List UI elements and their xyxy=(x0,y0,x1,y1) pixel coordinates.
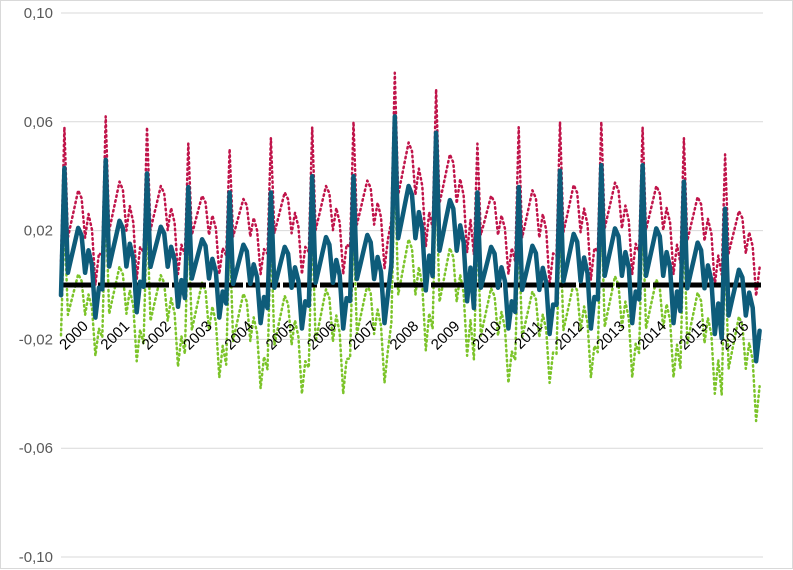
x-tick-label: 2002 xyxy=(139,318,175,354)
line-chart: 0,100,060,02-0,02-0,06-0,10 2000 2001 2002… xyxy=(19,5,763,566)
y-tick-label: -0,10 xyxy=(19,549,53,566)
x-tick-label: 2001 xyxy=(98,318,134,354)
y-tick-label: 0,10 xyxy=(24,5,53,22)
x-tick-label: 2005 xyxy=(263,318,299,354)
chart-frame: 0,10 0,06 0,02 -0,02 -0,06 -0,10 2000 2001 2002… xyxy=(0,0,793,569)
y-tick-label: -0,06 xyxy=(19,440,53,457)
y-tick-label: -0,02 xyxy=(19,331,53,348)
y-tick-label: 0,02 xyxy=(24,223,53,240)
y-axis-tick-labels: 0,10 0,06 0,02 -0,02 -0,06 -0,10 xyxy=(19,5,53,566)
y-tick-label: 0,06 xyxy=(24,114,53,131)
series-lines xyxy=(58,71,763,423)
